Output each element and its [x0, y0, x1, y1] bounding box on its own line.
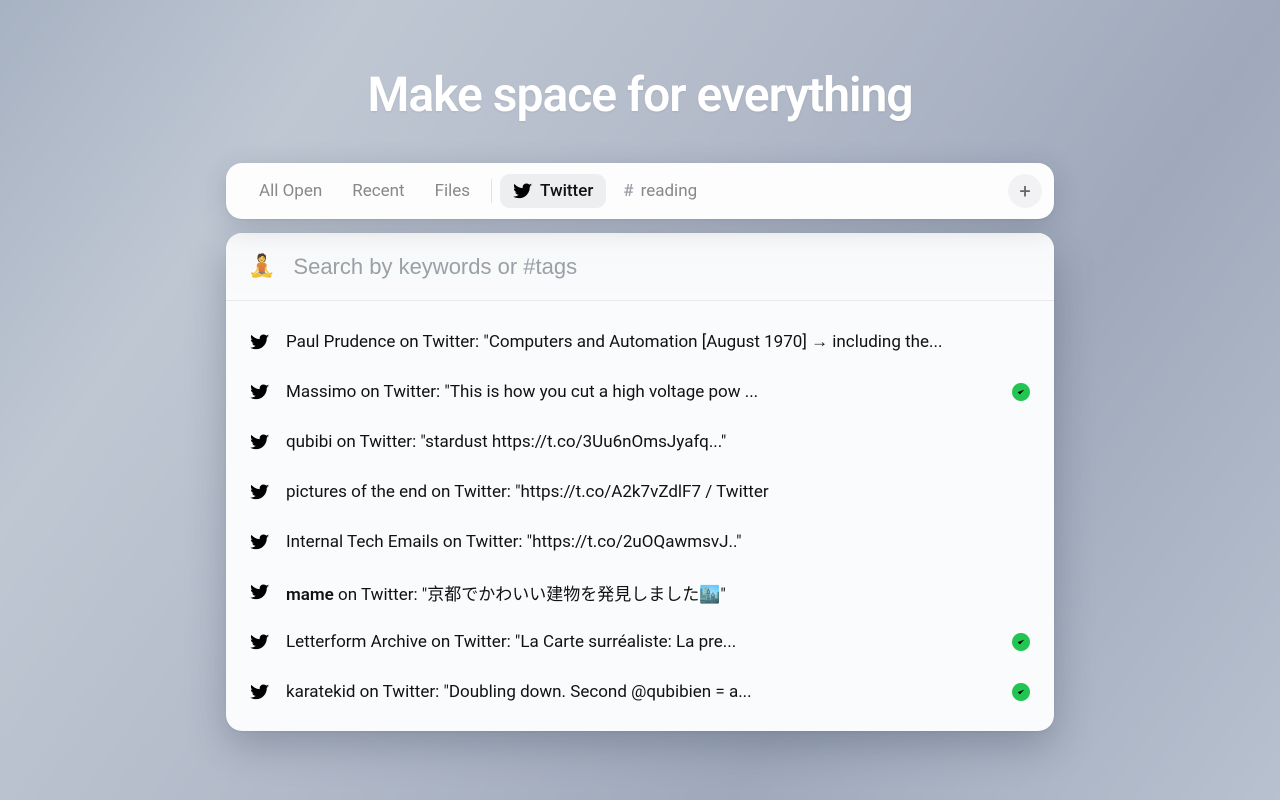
result-title: Internal Tech Emails on Twitter: "https:…	[286, 532, 1030, 552]
result-row[interactable]: karatekid on Twitter: "Doubling down. Se…	[226, 667, 1054, 717]
twitter-icon	[250, 532, 270, 552]
checkmark-badge-icon	[1012, 633, 1030, 651]
tab-all-open[interactable]: All Open	[246, 174, 335, 208]
tab-label: reading	[641, 181, 698, 201]
results-panel: 🧘 Paul Prudence on Twitter: "Computers a…	[226, 233, 1054, 731]
result-row[interactable]: pictures of the end on Twitter: "https:/…	[226, 467, 1054, 517]
checkmark-badge-icon	[1012, 683, 1030, 701]
twitter-icon	[250, 432, 270, 452]
tab-reading[interactable]: # reading	[610, 174, 710, 208]
tab-label: Files	[435, 181, 470, 201]
tab-files[interactable]: Files	[422, 174, 483, 208]
twitter-icon	[513, 181, 533, 201]
twitter-icon	[250, 582, 270, 602]
result-title: karatekid on Twitter: "Doubling down. Se…	[286, 682, 996, 702]
result-title: pictures of the end on Twitter: "https:/…	[286, 482, 1030, 502]
tab-label: All Open	[259, 181, 322, 201]
tab-recent[interactable]: Recent	[339, 174, 417, 208]
hero-title: Make space for everything	[367, 66, 912, 123]
result-row[interactable]: qubibi on Twitter: "stardust https://t.c…	[226, 417, 1054, 467]
twitter-icon	[250, 682, 270, 702]
result-title: mame on Twitter: "京都でかわいい建物を発見しました🏙️"	[286, 580, 1030, 605]
twitter-icon	[250, 382, 270, 402]
result-row[interactable]: Internal Tech Emails on Twitter: "https:…	[226, 517, 1054, 567]
tab-twitter[interactable]: Twitter	[500, 174, 606, 208]
hash-icon: #	[623, 181, 633, 201]
result-title: Letterform Archive on Twitter: "La Carte…	[286, 632, 996, 652]
result-title: Paul Prudence on Twitter: "Computers and…	[286, 332, 1030, 352]
twitter-icon	[250, 632, 270, 652]
result-row[interactable]: mame on Twitter: "京都でかわいい建物を発見しました🏙️"	[226, 567, 1054, 617]
search-row: 🧘	[226, 233, 1054, 301]
tab-bar: All Open Recent Files Twitter # reading +	[226, 163, 1054, 219]
tab-label: Recent	[352, 181, 404, 201]
twitter-icon	[250, 482, 270, 502]
result-row[interactable]: Paul Prudence on Twitter: "Computers and…	[226, 317, 1054, 367]
result-row[interactable]: Letterform Archive on Twitter: "La Carte…	[226, 617, 1054, 667]
twitter-icon	[250, 332, 270, 352]
search-leading-icon: 🧘	[248, 254, 275, 279]
checkmark-badge-icon	[1012, 383, 1030, 401]
result-title: qubibi on Twitter: "stardust https://t.c…	[286, 432, 1030, 452]
result-row[interactable]: Massimo on Twitter: "This is how you cut…	[226, 367, 1054, 417]
add-tab-button[interactable]: +	[1008, 174, 1042, 208]
result-title: Massimo on Twitter: "This is how you cut…	[286, 382, 996, 402]
search-input[interactable]	[293, 254, 1032, 280]
tab-separator	[491, 179, 492, 203]
tab-label: Twitter	[540, 181, 593, 201]
results-list: Paul Prudence on Twitter: "Computers and…	[226, 301, 1054, 731]
